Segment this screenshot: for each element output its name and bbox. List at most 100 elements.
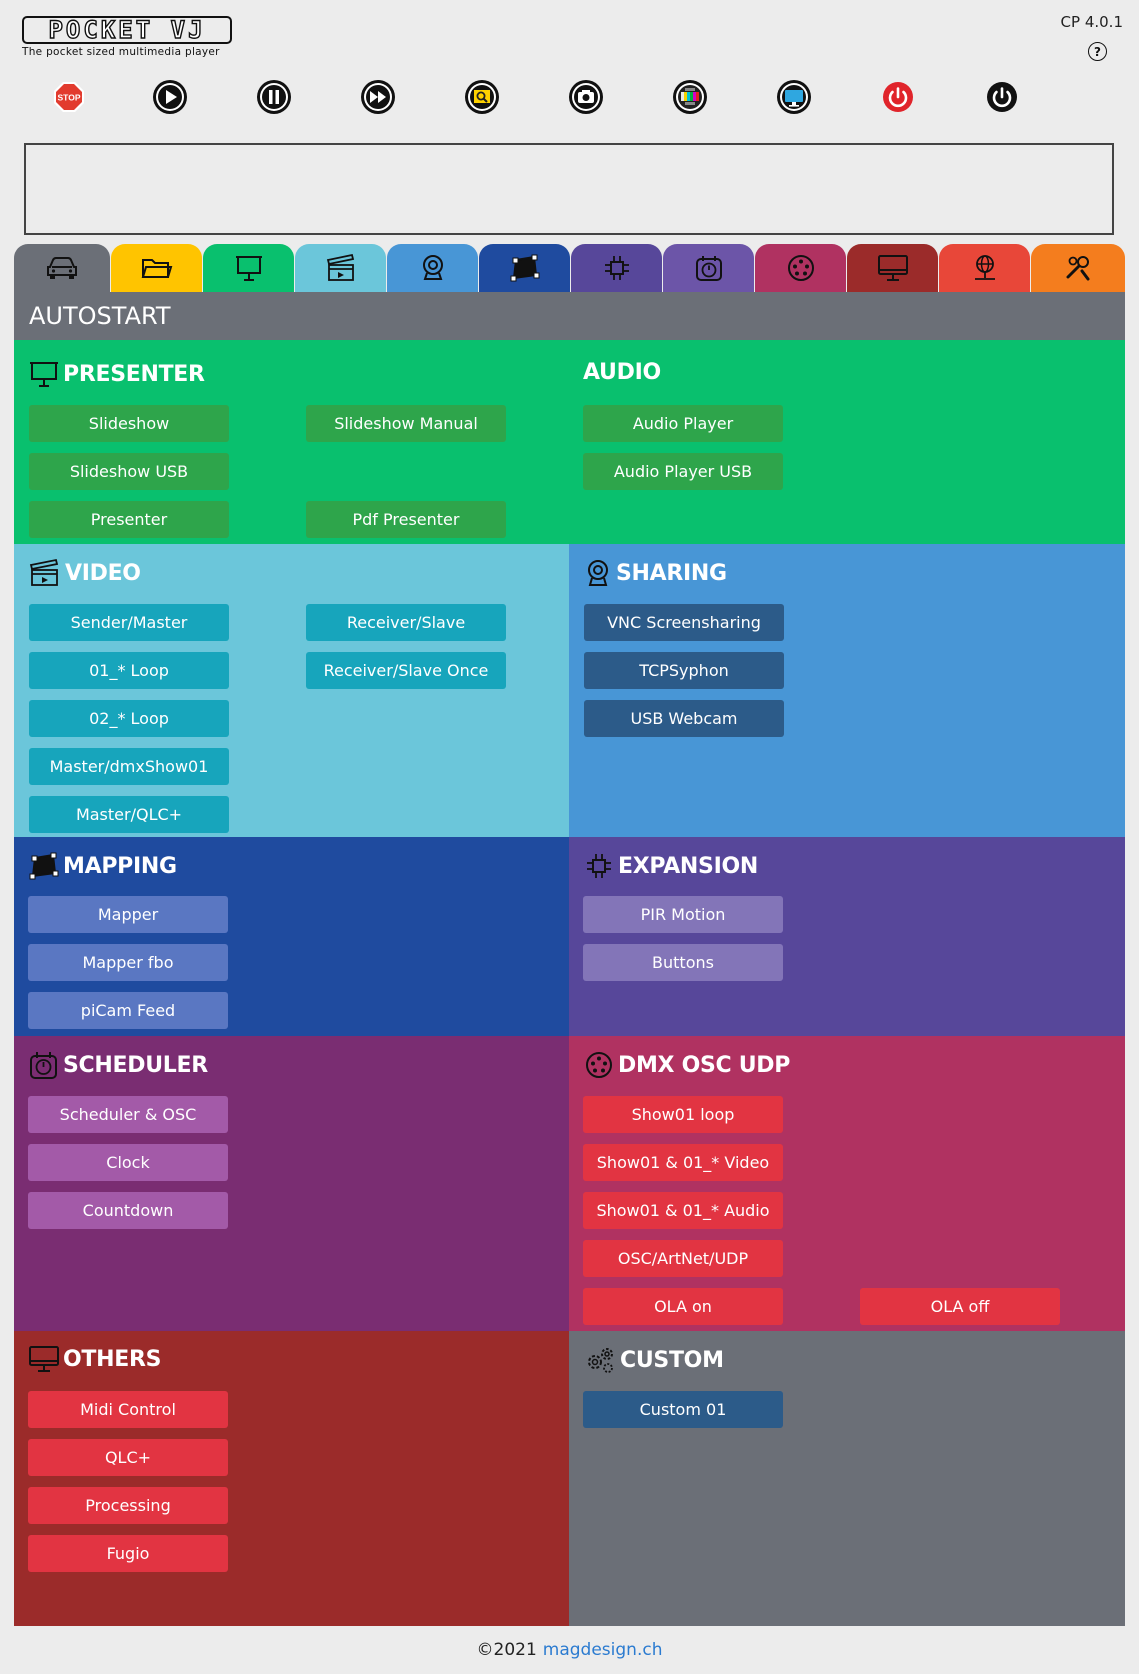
reboot-button[interactable]	[881, 80, 915, 114]
dmx-section: DMX OSC UDP Show01 loop Show01 & 01_* Vi…	[569, 1036, 1125, 1331]
screenshot-button[interactable]	[569, 80, 603, 114]
countdown-button[interactable]: Countdown	[28, 1192, 228, 1229]
magdesign-link[interactable]: magdesign.ch	[543, 1640, 663, 1660]
version-label: CP 4.0.1	[1060, 13, 1123, 31]
pdf-presenter-button[interactable]: Pdf Presenter	[306, 501, 506, 538]
webcam-icon	[584, 558, 612, 588]
tab-others[interactable]	[847, 244, 938, 292]
qlc-button[interactable]: QLC+	[28, 1439, 228, 1476]
processing-button[interactable]: Processing	[28, 1487, 228, 1524]
fugio-button[interactable]: Fugio	[28, 1535, 228, 1572]
test-pattern-icon	[676, 83, 704, 111]
usb-webcam-button[interactable]: USB Webcam	[584, 700, 784, 737]
custom-section: CUSTOM Custom 01	[569, 1331, 1125, 1626]
tab-sharing[interactable]	[387, 244, 478, 292]
tab-video[interactable]	[295, 244, 386, 292]
ola-off-button[interactable]: OLA off	[860, 1288, 1060, 1325]
custom-title: CUSTOM	[620, 1347, 724, 1373]
sharing-section: SHARING VNC Screensharing TCPSyphon USB …	[569, 544, 1125, 837]
others-title: OTHERS	[63, 1346, 162, 1372]
help-icon[interactable]: ?	[1088, 42, 1107, 61]
tools-icon	[1066, 256, 1090, 281]
stop-text: STOP	[58, 93, 81, 103]
expansion-section: EXPANSION PIR Motion Buttons	[569, 837, 1125, 1036]
show01-loop-button[interactable]: Show01 loop	[583, 1096, 783, 1133]
folder-icon	[141, 259, 172, 278]
play-button[interactable]	[153, 80, 187, 114]
custom-01-button[interactable]: Custom 01	[583, 1391, 783, 1428]
sender-master-button[interactable]: Sender/Master	[29, 604, 229, 641]
audio-player-usb-button[interactable]: Audio Player USB	[583, 453, 783, 490]
expansion-heading: EXPANSION	[584, 851, 758, 881]
camera-icon	[572, 83, 600, 111]
preview-icon	[468, 83, 496, 111]
slideshow-usb-button[interactable]: Slideshow USB	[29, 453, 229, 490]
header: POCKET VJ The pocket sized multimedia pl…	[0, 0, 1139, 140]
shutdown-button[interactable]	[985, 80, 1019, 114]
ola-on-button[interactable]: OLA on	[583, 1288, 783, 1325]
testpattern-button[interactable]	[673, 80, 707, 114]
receiver-slave-button[interactable]: Receiver/Slave	[306, 604, 506, 641]
clock-button[interactable]: Clock	[28, 1144, 228, 1181]
presenter-icon	[235, 256, 262, 281]
preview-button[interactable]	[465, 80, 499, 114]
tab-presenter[interactable]	[203, 244, 294, 292]
pause-button[interactable]	[257, 80, 291, 114]
stop-icon: STOP	[54, 82, 84, 112]
power-off-icon	[883, 82, 913, 112]
buttons-button[interactable]: Buttons	[583, 944, 783, 981]
osc-artnet-udp-button[interactable]: OSC/ArtNet/UDP	[583, 1240, 783, 1277]
dmx-icon	[787, 255, 814, 281]
footer: ©2021 magdesign.ch	[0, 1625, 1139, 1674]
scheduler-osc-button[interactable]: Scheduler & OSC	[28, 1096, 228, 1133]
loop-01-button[interactable]: 01_* Loop	[29, 652, 229, 689]
midi-control-button[interactable]: Midi Control	[28, 1391, 228, 1428]
slideshow-manual-button[interactable]: Slideshow Manual	[306, 405, 506, 442]
presenter-title: PRESENTER	[63, 361, 205, 387]
scheduler-clock-icon	[29, 1050, 59, 1080]
others-heading: OTHERS	[29, 1345, 161, 1373]
tab-scheduler[interactable]	[663, 244, 754, 292]
tab-settings[interactable]	[1031, 244, 1125, 292]
receiver-slave-once-button[interactable]: Receiver/Slave Once	[306, 652, 506, 689]
show01-video-button[interactable]: Show01 & 01_* Video	[583, 1144, 783, 1181]
expansion-title: EXPANSION	[618, 853, 758, 879]
presenter-heading: PRESENTER	[29, 360, 205, 388]
tab-dmx[interactable]	[755, 244, 846, 292]
shutdown-icon	[987, 82, 1017, 112]
master-dmxshow01-button[interactable]: Master/dmxShow01	[29, 748, 229, 785]
next-button[interactable]	[361, 80, 395, 114]
scheduler-title: SCHEDULER	[63, 1052, 208, 1078]
pir-motion-button[interactable]: PIR Motion	[583, 896, 783, 933]
tab-autostart[interactable]	[14, 244, 110, 292]
dmx-heading: DMX OSC UDP	[584, 1050, 790, 1080]
tab-expansion[interactable]	[571, 244, 662, 292]
chip-icon	[584, 851, 614, 881]
presenter-button[interactable]: Presenter	[29, 501, 229, 538]
video-title: VIDEO	[65, 560, 141, 586]
picam-feed-button[interactable]: piCam Feed	[28, 992, 228, 1029]
mapper-fbo-button[interactable]: Mapper fbo	[28, 944, 228, 981]
category-tabs	[14, 244, 1125, 292]
tcpsyphon-button[interactable]: TCPSyphon	[584, 652, 784, 689]
mapper-button[interactable]: Mapper	[28, 896, 228, 933]
loop-02-button[interactable]: 02_* Loop	[29, 700, 229, 737]
slideshow-button[interactable]: Slideshow	[29, 405, 229, 442]
gears-icon	[584, 1345, 616, 1375]
audio-player-button[interactable]: Audio Player	[583, 405, 783, 442]
master-qlc-button[interactable]: Master/QLC+	[29, 796, 229, 833]
vnc-screensharing-button[interactable]: VNC Screensharing	[584, 604, 784, 641]
car-icon	[47, 257, 77, 279]
tab-mapping[interactable]	[479, 244, 570, 292]
tab-files[interactable]	[111, 244, 202, 292]
screen-icon	[780, 83, 808, 111]
stop-button[interactable]: STOP	[52, 80, 86, 114]
pause-icon	[260, 83, 288, 111]
dmx-title: DMX OSC UDP	[618, 1052, 791, 1078]
network-globe-icon	[974, 255, 995, 280]
tab-network[interactable]	[939, 244, 1030, 292]
play-icon	[156, 83, 184, 111]
video-clapper-icon	[326, 253, 354, 281]
desktop-button[interactable]	[777, 80, 811, 114]
show01-audio-button[interactable]: Show01 & 01_* Audio	[583, 1192, 783, 1229]
